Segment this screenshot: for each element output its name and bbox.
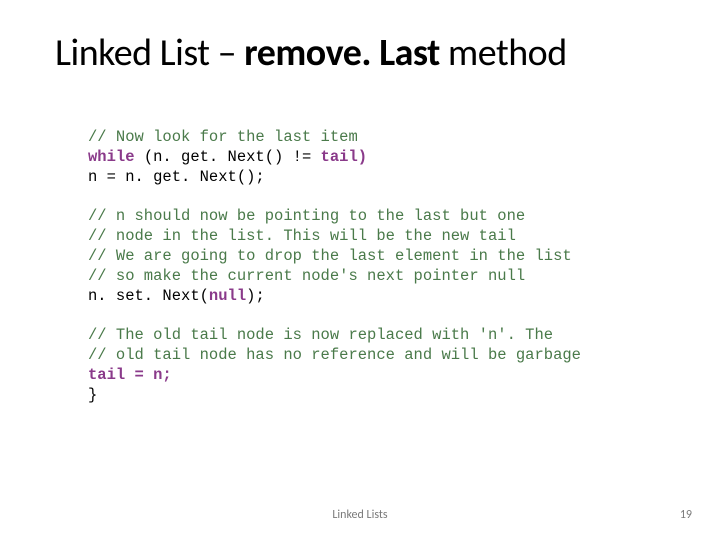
page-number: 19 [680,508,692,522]
footer-title: Linked Lists [0,508,720,522]
title-bold: remove. Last [244,30,440,76]
code-line: // old tail node has no reference and wi… [88,346,581,364]
title-pre: Linked List – [55,30,244,76]
code-text: ); [246,287,265,305]
code-line: n = n. get. Next(); [88,168,265,186]
code-line: // n should now be pointing to the last … [88,207,525,225]
code-line: // Now look for the last item [88,128,358,146]
slide-title: Linked List – remove. Last method [55,30,680,76]
code-text: n. set. Next( [88,287,209,305]
slide: Linked List – remove. Last method // Now… [0,0,720,540]
code-line: } [88,386,97,404]
code-keyword: while [88,148,135,166]
code-keyword: tail) [321,148,368,166]
code-line: // node in the list. This will be the ne… [88,227,516,245]
code-line: tail = n; [88,366,172,384]
code-line: // The old tail node is now replaced wit… [88,326,553,344]
code-keyword: null [209,287,246,305]
code-block: // Now look for the last item while (n. … [88,128,660,406]
code-line: // We are going to drop the last element… [88,247,572,265]
code-line: // so make the current node's next point… [88,267,525,285]
code-text: (n. get. Next() != [135,148,321,166]
title-post: method [440,30,567,76]
